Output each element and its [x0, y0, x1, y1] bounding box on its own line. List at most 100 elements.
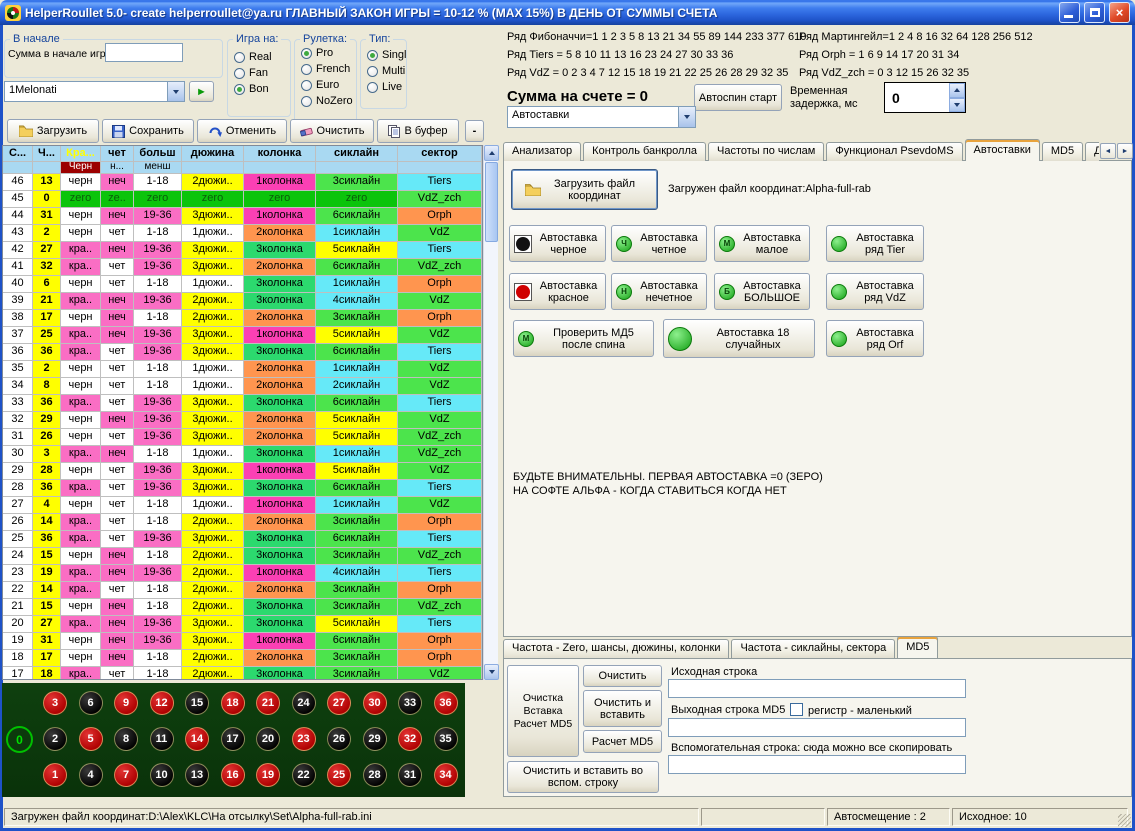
clear-paste-button[interactable]: Очистить и вставить — [583, 690, 662, 727]
start-sum-input[interactable] — [105, 43, 183, 62]
tab-item[interactable]: Автоставки — [965, 139, 1040, 161]
board-number[interactable]: 6 — [79, 691, 103, 715]
profile-combobox[interactable]: 1Melonati — [4, 81, 185, 102]
autobet-button[interactable]: Автоставка 18 случайных — [663, 319, 815, 358]
board-number[interactable]: 36 — [434, 691, 458, 715]
load-coords-button[interactable]: Загрузить файл координат — [511, 169, 658, 210]
radio-option[interactable]: NoZero — [295, 93, 356, 109]
calc-md5-button[interactable]: Расчет MD5 — [583, 730, 662, 753]
tab-item[interactable]: Контроль банкролла — [583, 142, 706, 161]
combo-dropdown-button[interactable] — [167, 82, 184, 101]
board-number[interactable]: 7 — [114, 763, 138, 787]
autobet-button[interactable]: МАвтоставка малое — [714, 225, 810, 262]
autobet-button[interactable]: Автоставка красное — [509, 273, 606, 310]
scroll-up-button[interactable] — [484, 145, 499, 161]
toolbar-button[interactable]: Загрузить — [7, 119, 99, 143]
toolbar-button[interactable]: Очистить — [290, 119, 374, 143]
maximize-button[interactable] — [1084, 2, 1105, 23]
board-number[interactable]: 20 — [256, 727, 280, 751]
board-number[interactable]: 11 — [150, 727, 174, 751]
close-button[interactable]: × — [1109, 2, 1130, 23]
source-string-input[interactable] — [668, 679, 966, 698]
board-number[interactable]: 31 — [398, 763, 422, 787]
board-number[interactable]: 24 — [292, 691, 316, 715]
tab-scroll-right-button[interactable]: ► — [1117, 143, 1133, 159]
scroll-thumb[interactable] — [485, 162, 498, 242]
board-number[interactable]: 34 — [434, 763, 458, 787]
board-number[interactable]: 19 — [256, 763, 280, 787]
board-zero[interactable]: 0 — [6, 726, 33, 753]
title-bar[interactable]: HelperRoullet 5.0- create helperroullet@… — [0, 0, 1135, 25]
tab-item[interactable]: MD5 — [897, 637, 938, 658]
board-number[interactable]: 1 — [43, 763, 67, 787]
autobet-button[interactable]: БАвтоставка БОЛЬШОЕ — [714, 273, 810, 310]
board-number[interactable]: 10 — [150, 763, 174, 787]
autobet-button[interactable]: Автоставка ряд Tier — [826, 225, 924, 262]
toolbar-button[interactable]: Сохранить — [102, 119, 194, 143]
aux-string-input[interactable] — [668, 755, 966, 774]
board-number[interactable]: 2 — [43, 727, 67, 751]
board-number[interactable]: 22 — [292, 763, 316, 787]
board-number[interactable]: 23 — [292, 727, 316, 751]
board-number[interactable]: 30 — [363, 691, 387, 715]
combo-dropdown-button[interactable] — [678, 107, 695, 127]
spin-up-button[interactable] — [949, 83, 965, 98]
board-number[interactable]: 4 — [79, 763, 103, 787]
radio-option[interactable]: Pro — [295, 45, 356, 61]
board-number[interactable]: 5 — [79, 727, 103, 751]
board-number[interactable]: 35 — [434, 727, 458, 751]
play-button[interactable]: ► — [189, 81, 214, 102]
tab-item[interactable]: Частота - Zero, шансы, дюжины, колонки — [503, 639, 729, 658]
radio-option[interactable]: Real — [228, 49, 290, 65]
delay-spinner[interactable]: 0 — [884, 82, 966, 113]
toolbar-button[interactable]: В буфер — [377, 119, 459, 143]
spin-down-button[interactable] — [949, 98, 965, 113]
tab-item[interactable]: MD5 — [1042, 142, 1083, 161]
radio-option[interactable]: Fan — [228, 65, 290, 81]
board-number[interactable]: 15 — [185, 691, 209, 715]
board-number[interactable]: 9 — [114, 691, 138, 715]
clear-button[interactable]: Очистить — [583, 665, 662, 687]
minimize-button[interactable] — [1059, 2, 1080, 23]
board-number[interactable]: 3 — [43, 691, 67, 715]
aux-clear-paste-button[interactable]: Очистить и вставить во вспом. строку — [507, 761, 659, 793]
radio-option[interactable]: Bon — [228, 81, 290, 97]
autobet-button[interactable]: Автоставка черное — [509, 225, 606, 262]
tab-item[interactable]: Частоты по числам — [708, 142, 824, 161]
autobet-button[interactable]: Автоставка ряд Orf — [826, 320, 924, 357]
radio-option[interactable]: French — [295, 61, 356, 77]
board-number[interactable]: 8 — [114, 727, 138, 751]
md5-stack-button[interactable]: Очистка Вставка Расчет MD5 — [507, 665, 579, 757]
autobet-button[interactable]: МПроверить МД5 после спина — [513, 320, 654, 357]
board-number[interactable]: 17 — [221, 727, 245, 751]
board-number[interactable]: 25 — [327, 763, 351, 787]
radio-option[interactable]: Live — [361, 79, 406, 95]
table-scrollbar[interactable] — [483, 145, 498, 680]
autobets-combobox[interactable]: Автоставки — [507, 106, 696, 128]
board-number[interactable]: 12 — [150, 691, 174, 715]
autobet-button[interactable]: ЧАвтоставка четное — [611, 225, 707, 262]
autospin-start-button[interactable]: Автоспин старт — [694, 84, 782, 111]
tab-scroll-left-button[interactable]: ◄ — [1100, 143, 1116, 159]
toolbar-button[interactable]: Отменить — [197, 119, 287, 143]
radio-option[interactable]: Euro — [295, 77, 356, 93]
board-number[interactable]: 16 — [221, 763, 245, 787]
board-number[interactable]: 32 — [398, 727, 422, 751]
board-number[interactable]: 28 — [363, 763, 387, 787]
board-number[interactable]: 27 — [327, 691, 351, 715]
tab-item[interactable]: Частота - сиклайны, сектора — [731, 639, 895, 658]
radio-option[interactable]: Multi — [361, 63, 406, 79]
board-number[interactable]: 26 — [327, 727, 351, 751]
autobet-button[interactable]: Автоставка ряд VdZ — [826, 273, 924, 310]
tab-item[interactable]: Функционал PsevdoMS — [826, 142, 962, 161]
tab-item[interactable]: Анализатор — [503, 142, 581, 161]
autobet-button[interactable]: НАвтоставка нечетное — [611, 273, 707, 310]
board-number[interactable]: 13 — [185, 763, 209, 787]
board-number[interactable]: 14 — [185, 727, 209, 751]
scroll-down-button[interactable] — [484, 664, 499, 680]
resize-grip[interactable] — [1118, 814, 1131, 827]
md5-output-input[interactable] — [668, 718, 966, 737]
tab-item[interactable]: Делени — [1085, 142, 1099, 161]
lowercase-checkbox[interactable] — [790, 703, 803, 716]
board-number[interactable]: 33 — [398, 691, 422, 715]
